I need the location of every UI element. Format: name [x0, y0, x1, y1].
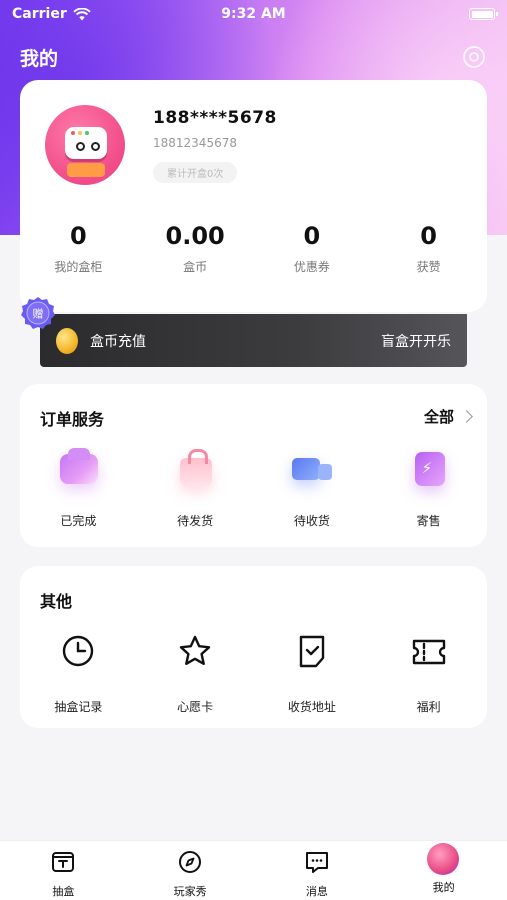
- order-item-to-receive[interactable]: 待收货: [254, 448, 371, 529]
- tab-mine[interactable]: 我的: [380, 841, 507, 900]
- stat-likes[interactable]: 0 获赞: [370, 222, 487, 275]
- settings-icon[interactable]: [461, 44, 487, 70]
- username: 188****5678: [153, 108, 277, 128]
- other-grid: 抽盒记录 心愿卡 收货地址 福利: [20, 630, 487, 715]
- stat-label: 获赞: [416, 260, 441, 274]
- ticket-icon: [412, 639, 445, 665]
- avatar[interactable]: [45, 105, 125, 185]
- completed-icon: [56, 448, 100, 492]
- order-item-label: 待收货: [293, 514, 330, 528]
- tab-draw-box[interactable]: 抽盒: [0, 841, 127, 900]
- order-service-card: 订单服务 全部 已完成 待发货 待收货 寄售: [20, 384, 487, 547]
- box-icon: [52, 852, 75, 872]
- other-item-label: 福利: [416, 700, 441, 714]
- other-title: 其他: [40, 592, 73, 611]
- view-all-orders-link[interactable]: 全部: [423, 406, 473, 427]
- order-item-label: 寄售: [416, 514, 441, 528]
- other-item-benefits[interactable]: 福利: [370, 630, 487, 715]
- compass-icon: [179, 851, 202, 873]
- stat-value: 0: [70, 222, 87, 250]
- order-item-consign[interactable]: 寄售: [370, 448, 487, 529]
- gift-badge-icon: 赠: [21, 297, 55, 329]
- stats-row: 0 我的盒柜 0.00 盒币 0 优惠券 0 获赞: [20, 222, 487, 275]
- clock: 9:32 AM: [221, 6, 286, 22]
- coin-recharge-bar[interactable]: 盒币充值 盲盒开开乐: [40, 314, 467, 367]
- stat-value: 0: [420, 222, 437, 250]
- consign-icon: [407, 448, 451, 492]
- coin-icon: [56, 328, 78, 354]
- gift-badge-label: 赠: [33, 307, 44, 321]
- clock-icon: [63, 635, 94, 667]
- tab-messages[interactable]: 消息: [254, 841, 381, 900]
- other-item-label: 收货地址: [287, 700, 336, 714]
- status-bar: Carrier 9:32 AM: [0, 0, 507, 28]
- order-item-label: 已完成: [60, 514, 97, 528]
- other-item-wish-card[interactable]: 心愿卡: [137, 630, 254, 715]
- stat-label: 我的盒柜: [54, 260, 103, 274]
- order-grid: 已完成 待发货 待收货 寄售: [20, 448, 487, 529]
- message-icon: [305, 852, 328, 873]
- order-item-to-ship[interactable]: 待发货: [137, 448, 254, 529]
- bottom-tab-bar: 抽盒 玩家秀 消息 我的: [0, 840, 507, 900]
- tab-player-show[interactable]: 玩家秀: [127, 841, 254, 900]
- tab-label: 抽盒: [52, 885, 75, 898]
- stat-value: 0.00: [165, 222, 225, 250]
- avatar-icon: [426, 843, 459, 875]
- truck-icon: [290, 448, 334, 492]
- other-item-draw-history[interactable]: 抽盒记录: [20, 630, 137, 715]
- other-item-label: 抽盒记录: [54, 700, 103, 714]
- other-item-address[interactable]: 收货地址: [254, 630, 371, 715]
- address-icon: [299, 635, 325, 668]
- order-service-title: 订单服务: [40, 410, 105, 429]
- open-count-badge: 累计开盒0次: [153, 162, 238, 183]
- battery-icon: [469, 8, 498, 20]
- stat-label: 优惠券: [293, 260, 330, 274]
- order-item-label: 待发货: [177, 514, 214, 528]
- order-item-completed[interactable]: 已完成: [20, 448, 137, 529]
- stat-value: 0: [303, 222, 321, 250]
- other-item-label: 心愿卡: [177, 700, 214, 714]
- tab-label: 消息: [305, 885, 328, 898]
- profile-card: 188****5678 18812345678 累计开盒0次 0 我的盒柜 0.…: [20, 80, 487, 312]
- bag-icon: [173, 448, 217, 492]
- tab-label: 玩家秀: [173, 885, 207, 898]
- stat-cabinet[interactable]: 0 我的盒柜: [20, 222, 137, 275]
- page-title: 我的: [20, 48, 59, 70]
- stat-label: 盒币: [183, 260, 208, 274]
- coin-slogan: 盲盒开开乐: [381, 334, 451, 350]
- coin-recharge-label: 盒币充值: [90, 334, 146, 350]
- stat-coupons[interactable]: 0 优惠券: [254, 222, 371, 275]
- view-all-label: 全部: [423, 408, 454, 426]
- chevron-right-icon: [460, 410, 473, 423]
- user-phone: 18812345678: [153, 136, 237, 150]
- stat-coins[interactable]: 0.00 盒币: [137, 222, 254, 275]
- other-card: 其他 抽盒记录 心愿卡 收货地址 福利: [20, 566, 487, 728]
- star-icon: [179, 635, 211, 665]
- tab-label: 我的: [432, 881, 455, 894]
